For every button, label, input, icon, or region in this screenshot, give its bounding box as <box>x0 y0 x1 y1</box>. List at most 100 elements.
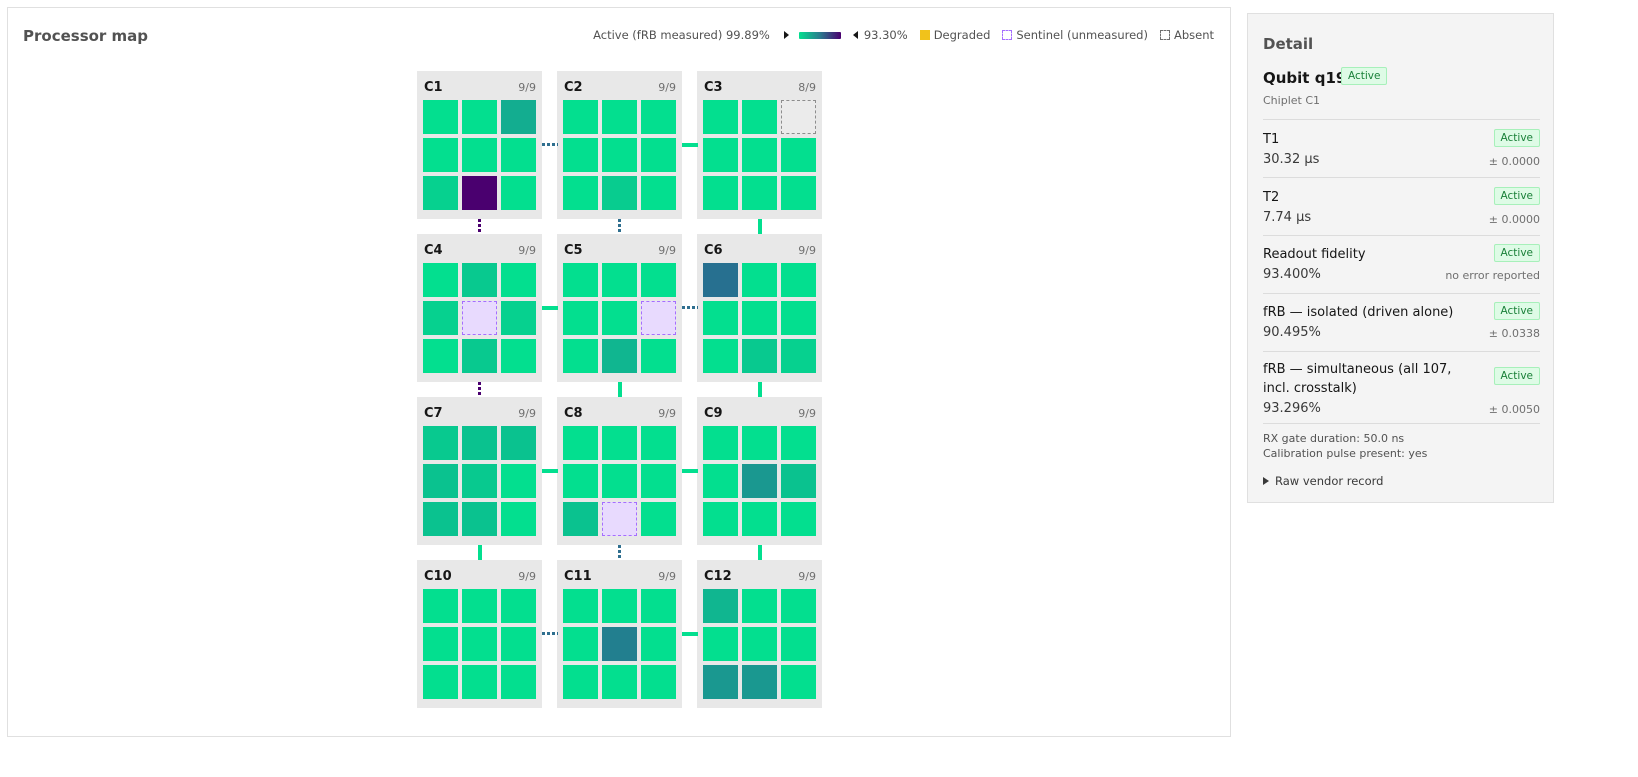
qubit-cell[interactable] <box>703 100 738 134</box>
qubit-cell[interactable] <box>423 627 458 661</box>
qubit-cell[interactable] <box>742 301 777 335</box>
qubit-cell[interactable] <box>602 100 637 134</box>
qubit-cell[interactable] <box>563 502 598 536</box>
qubit-cell[interactable] <box>501 665 536 699</box>
qubit-cell[interactable] <box>781 176 816 210</box>
qubit-cell[interactable] <box>703 263 738 297</box>
qubit-cell[interactable] <box>781 138 816 172</box>
qubit-cell[interactable] <box>703 426 738 460</box>
qubit-cell[interactable] <box>602 339 637 373</box>
qubit-cell[interactable] <box>641 176 676 210</box>
qubit-cell[interactable] <box>423 589 458 623</box>
qubit-cell[interactable] <box>462 176 497 210</box>
qubit-cell[interactable] <box>703 665 738 699</box>
qubit-cell[interactable] <box>563 464 598 498</box>
qubit-cell[interactable] <box>563 301 598 335</box>
qubit-cell[interactable] <box>641 464 676 498</box>
qubit-cell[interactable] <box>501 426 536 460</box>
qubit-cell[interactable] <box>602 627 637 661</box>
qubit-cell[interactable] <box>641 339 676 373</box>
qubit-cell[interactable] <box>641 426 676 460</box>
qubit-cell[interactable] <box>462 301 497 335</box>
qubit-cell[interactable] <box>742 464 777 498</box>
qubit-cell[interactable] <box>462 502 497 536</box>
qubit-cell[interactable] <box>602 263 637 297</box>
qubit-cell[interactable] <box>462 589 497 623</box>
qubit-cell[interactable] <box>742 426 777 460</box>
qubit-cell[interactable] <box>641 502 676 536</box>
qubit-cell[interactable] <box>742 263 777 297</box>
qubit-cell[interactable] <box>742 339 777 373</box>
qubit-cell[interactable] <box>423 263 458 297</box>
qubit-cell[interactable] <box>641 138 676 172</box>
qubit-cell[interactable] <box>501 176 536 210</box>
qubit-cell[interactable] <box>501 502 536 536</box>
qubit-cell[interactable] <box>602 665 637 699</box>
qubit-cell[interactable] <box>602 176 637 210</box>
qubit-cell[interactable] <box>563 589 598 623</box>
qubit-cell[interactable] <box>563 339 598 373</box>
qubit-cell[interactable] <box>703 589 738 623</box>
qubit-cell[interactable] <box>781 263 816 297</box>
qubit-cell[interactable] <box>501 138 536 172</box>
qubit-cell[interactable] <box>423 502 458 536</box>
qubit-cell[interactable] <box>563 263 598 297</box>
qubit-cell[interactable] <box>462 339 497 373</box>
qubit-cell[interactable] <box>423 665 458 699</box>
qubit-cell[interactable] <box>501 100 536 134</box>
qubit-cell[interactable] <box>781 426 816 460</box>
qubit-cell[interactable] <box>641 100 676 134</box>
qubit-cell[interactable] <box>781 301 816 335</box>
qubit-cell[interactable] <box>742 502 777 536</box>
qubit-cell[interactable] <box>423 138 458 172</box>
qubit-cell[interactable] <box>423 339 458 373</box>
qubit-cell[interactable] <box>781 589 816 623</box>
qubit-cell[interactable] <box>602 301 637 335</box>
qubit-cell[interactable] <box>602 464 637 498</box>
qubit-cell[interactable] <box>462 263 497 297</box>
qubit-cell[interactable] <box>742 176 777 210</box>
qubit-cell[interactable] <box>563 176 598 210</box>
qubit-cell[interactable] <box>703 138 738 172</box>
raw-vendor-record-toggle[interactable]: Raw vendor record <box>1263 474 1383 488</box>
qubit-cell[interactable] <box>462 100 497 134</box>
qubit-cell[interactable] <box>602 502 637 536</box>
qubit-cell[interactable] <box>563 100 598 134</box>
qubit-cell[interactable] <box>781 502 816 536</box>
qubit-cell[interactable] <box>501 263 536 297</box>
qubit-cell[interactable] <box>602 138 637 172</box>
qubit-cell[interactable] <box>462 426 497 460</box>
qubit-cell[interactable] <box>703 502 738 536</box>
qubit-cell[interactable] <box>781 627 816 661</box>
qubit-cell[interactable] <box>423 176 458 210</box>
qubit-cell[interactable] <box>602 426 637 460</box>
qubit-cell[interactable] <box>703 339 738 373</box>
qubit-cell[interactable] <box>703 464 738 498</box>
qubit-cell[interactable] <box>703 301 738 335</box>
qubit-cell[interactable] <box>563 665 598 699</box>
qubit-cell[interactable] <box>462 627 497 661</box>
qubit-cell[interactable] <box>742 627 777 661</box>
qubit-cell[interactable] <box>423 100 458 134</box>
qubit-cell[interactable] <box>703 627 738 661</box>
qubit-cell[interactable] <box>462 665 497 699</box>
qubit-cell[interactable] <box>423 301 458 335</box>
qubit-cell[interactable] <box>742 138 777 172</box>
qubit-cell[interactable] <box>742 665 777 699</box>
qubit-cell[interactable] <box>742 100 777 134</box>
qubit-cell[interactable] <box>501 339 536 373</box>
qubit-cell[interactable] <box>563 426 598 460</box>
qubit-cell[interactable] <box>641 665 676 699</box>
qubit-cell[interactable] <box>781 464 816 498</box>
qubit-cell[interactable] <box>641 627 676 661</box>
qubit-cell[interactable] <box>563 627 598 661</box>
qubit-cell[interactable] <box>423 464 458 498</box>
qubit-cell[interactable] <box>423 426 458 460</box>
qubit-cell[interactable] <box>462 464 497 498</box>
qubit-cell[interactable] <box>641 301 676 335</box>
qubit-cell[interactable] <box>742 589 777 623</box>
qubit-cell[interactable] <box>501 627 536 661</box>
qubit-cell[interactable] <box>641 263 676 297</box>
qubit-cell[interactable] <box>501 464 536 498</box>
qubit-cell[interactable] <box>602 589 637 623</box>
